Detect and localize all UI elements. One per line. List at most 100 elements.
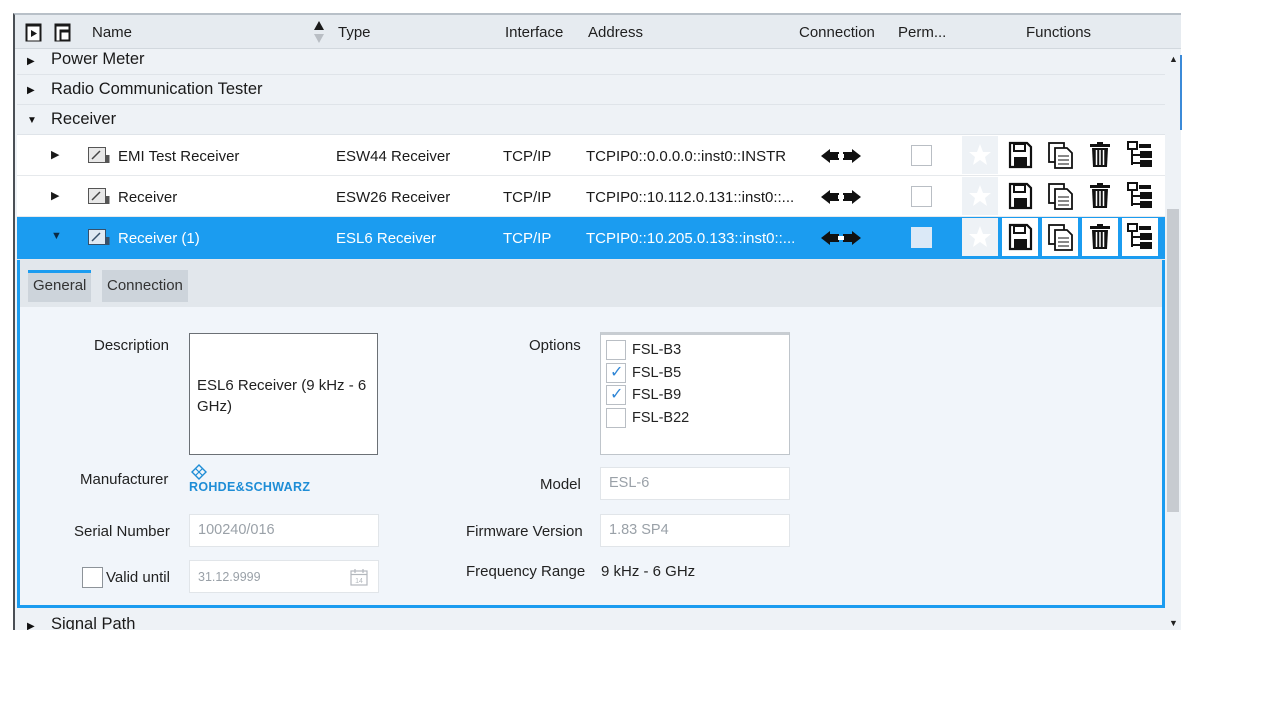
- frequency-range-label: Frequency Range: [466, 563, 586, 580]
- tree-structure-icon: [1127, 223, 1152, 249]
- star-icon: [969, 144, 991, 165]
- save-button[interactable]: [1002, 177, 1038, 215]
- expand-arrow-icon[interactable]: ▶: [27, 56, 35, 67]
- save-icon: [1008, 223, 1033, 251]
- group-label: Radio Communication Tester: [51, 80, 263, 98]
- option-checkbox-checked[interactable]: ✓: [606, 363, 626, 383]
- option-label: FSL-B9: [632, 387, 682, 403]
- copy-button[interactable]: [1042, 136, 1078, 174]
- plug-connect-icon[interactable]: [819, 146, 863, 166]
- save-button[interactable]: [1002, 218, 1038, 256]
- star-icon: [969, 185, 991, 206]
- valid-until-checkbox[interactable]: [82, 567, 103, 588]
- description-line-1: ESL6 Receiver (9 kHz - 6: [197, 377, 367, 394]
- frequency-range-value: 9 kHz - 6 GHz: [601, 563, 696, 580]
- plug-connect-icon[interactable]: [819, 187, 863, 207]
- favorite-button[interactable]: [962, 136, 998, 174]
- option-label: FSL-B22: [632, 410, 690, 426]
- favorite-button[interactable]: [962, 218, 998, 256]
- delete-button[interactable]: [1082, 177, 1118, 215]
- group-label: Signal Path: [51, 615, 136, 630]
- favorite-button[interactable]: [962, 177, 998, 215]
- expand-arrow-icon[interactable]: ▶: [27, 85, 35, 96]
- save-icon: [1008, 141, 1033, 169]
- expand-arrow-icon[interactable]: ▶: [27, 621, 35, 630]
- tab-general[interactable]: General: [28, 270, 92, 302]
- rohde-schwarz-logo: ROHDE&SCHWARZ: [189, 464, 329, 496]
- column-header-functions: Functions: [1026, 24, 1092, 41]
- column-header-name[interactable]: Name: [92, 24, 132, 41]
- logo-text: ROHDE&SCHWARZ: [189, 480, 311, 494]
- table-row-selected[interactable]: ▼ Receiver (1) ESL6 Receiver TCP/IP TCPI…: [17, 217, 1165, 260]
- column-header-connection[interactable]: Connection: [799, 24, 875, 41]
- row-interface: TCP/IP: [503, 148, 552, 165]
- scroll-down-icon[interactable]: ▼: [1169, 618, 1178, 628]
- row-functions: [962, 217, 1162, 258]
- row-name: EMI Test Receiver: [118, 148, 240, 165]
- option-checkbox[interactable]: [606, 340, 626, 360]
- tree-structure-button[interactable]: [1122, 177, 1158, 215]
- description-label: Description: [94, 337, 170, 354]
- collapse-all-icon[interactable]: [54, 23, 71, 42]
- tab-connection[interactable]: Connection: [102, 270, 188, 302]
- tree-group-power-meter[interactable]: ▶ Power Meter: [17, 49, 1165, 75]
- permanent-checkbox[interactable]: [911, 145, 932, 166]
- tree-structure-icon: [1127, 182, 1152, 208]
- sort-indicator-icon[interactable]: [313, 19, 325, 45]
- group-label: Receiver: [51, 110, 117, 128]
- scroll-up-icon[interactable]: ▲: [1169, 54, 1178, 64]
- table-header: Name Type Interface Address Connection P…: [15, 15, 1181, 49]
- window-edge-highlight: [1180, 55, 1182, 130]
- expand-all-icon[interactable]: [25, 23, 42, 42]
- tree-group-receiver[interactable]: ▼ Receiver: [17, 105, 1165, 135]
- tree-structure-button[interactable]: [1122, 136, 1158, 174]
- option-label: FSL-B5: [632, 365, 682, 381]
- option-checkbox[interactable]: [606, 408, 626, 428]
- delete-icon: [1090, 224, 1110, 249]
- column-header-address[interactable]: Address: [588, 24, 643, 41]
- scrollbar-thumb[interactable]: [1167, 209, 1179, 512]
- options-label: Options: [529, 337, 581, 354]
- table-row[interactable]: ▶ Receiver ESW26 Receiver TCP/IP TCPIP0:…: [17, 176, 1165, 217]
- save-button[interactable]: [1002, 136, 1038, 174]
- delete-button[interactable]: [1082, 218, 1118, 256]
- expand-arrow-icon[interactable]: ▶: [51, 189, 59, 202]
- valid-until-label: Valid until: [106, 569, 170, 586]
- row-type: ESW44 Receiver: [336, 148, 451, 165]
- row-address: TCPIP0::10.112.0.131::inst0::...: [586, 189, 795, 206]
- delete-icon: [1090, 183, 1110, 208]
- firmware-version-field: 1.83 SP4: [600, 514, 790, 547]
- collapse-arrow-icon[interactable]: ▼: [51, 230, 62, 242]
- description-field[interactable]: ESL6 Receiver (9 kHz - 6 GHz): [189, 333, 378, 455]
- expand-arrow-icon[interactable]: ▶: [51, 148, 59, 161]
- instrument-manager-panel: Name Type Interface Address Connection P…: [13, 13, 1181, 630]
- tree-group-radio-communication-tester[interactable]: ▶ Radio Communication Tester: [17, 75, 1165, 105]
- tree-group-signal-path[interactable]: ▶ Signal Path: [17, 611, 1165, 630]
- delete-icon: [1090, 142, 1110, 167]
- option-checkbox-checked[interactable]: ✓: [606, 385, 626, 405]
- plug-connect-icon[interactable]: [819, 228, 863, 248]
- serial-number-field: 100240/016: [189, 514, 379, 547]
- row-name: Receiver (1): [118, 230, 200, 247]
- delete-button[interactable]: [1082, 136, 1118, 174]
- row-interface: TCP/IP: [503, 230, 552, 247]
- tree-structure-button[interactable]: [1122, 218, 1158, 256]
- row-address: TCPIP0::0.0.0.0::inst0::INSTR: [586, 148, 787, 165]
- model-label: Model: [540, 476, 581, 493]
- copy-button[interactable]: [1042, 177, 1078, 215]
- copy-button[interactable]: [1042, 218, 1078, 256]
- device-detail-panel: General Connection Description ESL6 Rece…: [17, 260, 1165, 608]
- copy-icon: [1048, 183, 1073, 210]
- firmware-version-label: Firmware Version: [466, 523, 583, 540]
- permanent-checkbox[interactable]: [911, 186, 932, 207]
- column-header-interface[interactable]: Interface: [505, 24, 563, 41]
- serial-number-label: Serial Number: [74, 523, 170, 540]
- column-header-type[interactable]: Type: [338, 24, 371, 41]
- permanent-checkbox[interactable]: [911, 227, 932, 248]
- collapse-arrow-icon[interactable]: ▼: [27, 115, 37, 126]
- column-header-permanent[interactable]: Perm...: [898, 24, 946, 41]
- table-row[interactable]: ▶ EMI Test Receiver ESW44 Receiver TCP/I…: [17, 135, 1165, 176]
- vertical-scrollbar[interactable]: ▲ ▼: [1165, 49, 1181, 630]
- options-list[interactable]: FSL-B3 ✓ FSL-B5 ✓ FSL-B9 FSL-B22: [600, 332, 790, 455]
- model-field: ESL-6: [600, 467, 790, 500]
